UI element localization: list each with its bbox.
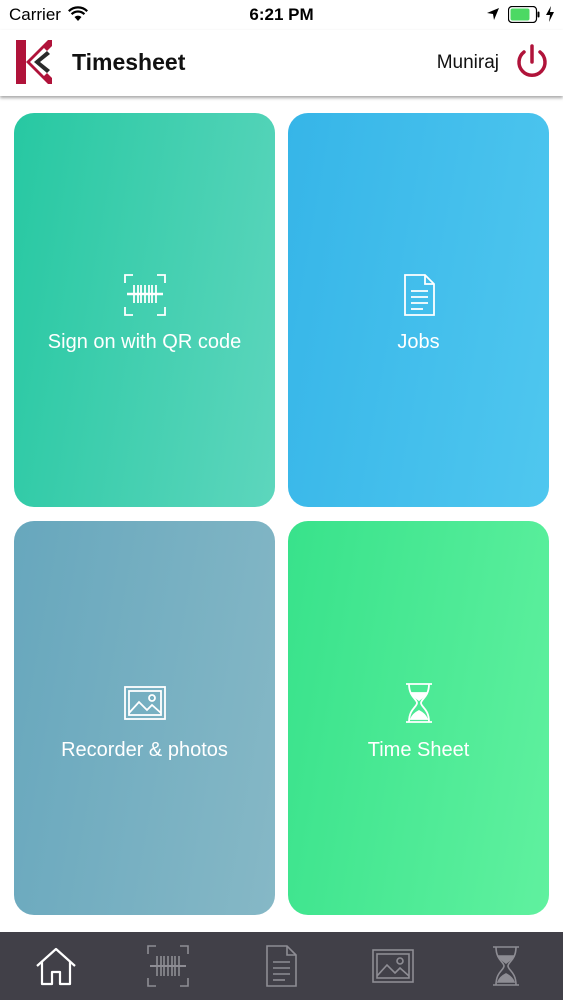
tab-time-sheet[interactable] <box>484 944 528 988</box>
tab-home[interactable] <box>34 944 78 988</box>
charging-bolt-icon <box>546 6 554 22</box>
hourglass-icon <box>493 946 519 986</box>
jobs-label: Jobs <box>397 331 440 353</box>
image-icon <box>372 949 414 983</box>
tab-recorder-photos[interactable] <box>371 944 415 988</box>
company-k-logo <box>16 40 52 84</box>
status-bar: Carrier 6:21 PM <box>0 0 563 30</box>
bottom-tab-bar <box>0 932 563 1000</box>
time-sheet-tile[interactable]: Time Sheet <box>288 521 549 915</box>
clock: 6:21 PM <box>249 5 314 24</box>
image-icon <box>123 686 166 720</box>
app-header: Timesheet Muniraj <box>0 30 563 96</box>
qr-scan-icon <box>123 274 166 316</box>
time-sheet-label: Time Sheet <box>367 739 470 761</box>
document-icon <box>403 274 435 316</box>
recorder-photos-tile[interactable]: Recorder & photos <box>14 521 275 915</box>
recorder-photos-label: Recorder & photos <box>61 739 228 761</box>
sign-on-qr-label: Sign on with QR code <box>47 331 242 353</box>
location-arrow-icon <box>487 8 499 20</box>
qr-scan-icon <box>147 945 189 987</box>
user-name: Muniraj <box>436 52 499 73</box>
page-title: Timesheet <box>72 49 186 75</box>
jobs-tile[interactable]: Jobs <box>288 113 549 507</box>
tab-jobs[interactable] <box>259 944 303 988</box>
battery-icon <box>508 6 540 23</box>
sign-on-qr-tile[interactable]: Sign on with QR code <box>14 113 275 507</box>
document-icon <box>266 945 297 987</box>
tab-qr-scan[interactable] <box>146 944 190 988</box>
hourglass-icon <box>405 683 432 723</box>
home-icon <box>36 947 76 986</box>
power-icon[interactable] <box>513 43 551 81</box>
